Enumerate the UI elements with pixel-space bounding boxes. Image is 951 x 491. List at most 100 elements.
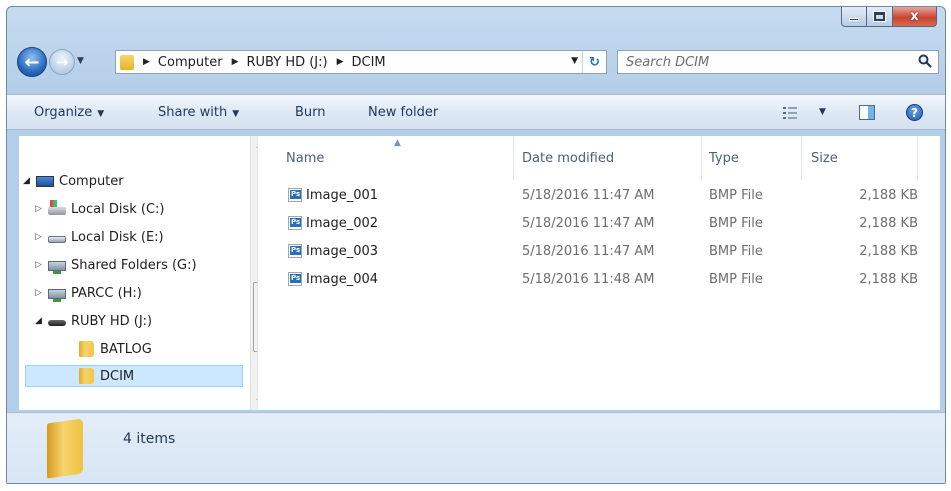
file-name: Image_003 [306, 244, 379, 259]
collapsed-arrow-icon[interactable]: ▷ [35, 232, 46, 242]
close-button[interactable]: x [893, 7, 937, 27]
tree-item-parcc[interactable]: ▷ PARCC (H:) [35, 282, 142, 304]
expanded-arrow-icon[interactable]: ◢ [23, 176, 34, 186]
breadcrumb-dcim[interactable]: DCIM [352, 55, 386, 70]
new-folder-button[interactable]: New folder [368, 105, 438, 120]
file-date: 5/18/2016 11:48 AM [522, 272, 655, 287]
maximize-icon [873, 11, 886, 22]
tree-item-local-disk-c[interactable]: ▷ Local Disk (C:) [35, 198, 164, 220]
address-dropdown-icon[interactable]: ▼ [571, 56, 578, 66]
burn-button[interactable]: Burn [295, 105, 326, 120]
column-header-label: Name [286, 150, 325, 166]
breadcrumb-computer[interactable]: Computer [158, 55, 223, 70]
collapsed-arrow-icon[interactable]: ▷ [35, 288, 46, 298]
recent-pages-button[interactable]: ▼ [77, 56, 84, 66]
tree-item-batlog[interactable]: BATLOG [77, 338, 152, 360]
network-drive-icon [48, 260, 66, 274]
view-options-icon[interactable] [783, 107, 797, 119]
refresh-button[interactable]: ↻ [582, 51, 606, 73]
tree-item-label: DCIM [100, 368, 135, 384]
chevron-down-icon: ▼ [232, 109, 240, 119]
file-type: BMP File [709, 244, 763, 259]
column-header-name[interactable]: Name ▲ [258, 136, 514, 180]
file-row[interactable]: Image_003 5/18/2016 11:47 AM BMP File 2,… [258, 241, 918, 263]
usb-drive-icon [48, 320, 66, 326]
column-header-type[interactable]: Type [702, 136, 802, 180]
breadcrumb-separator-icon[interactable]: ▶ [143, 57, 150, 67]
help-icon[interactable]: ? [906, 104, 923, 121]
new-folder-label: New folder [368, 105, 439, 120]
search-input[interactable]: Search DCIM [617, 50, 939, 74]
item-count: 4 items [123, 431, 176, 447]
tree-item-label: PARCC (H:) [71, 285, 142, 301]
tree-item-label: RUBY HD (J:) [71, 313, 153, 329]
file-row[interactable]: Image_001 5/18/2016 11:47 AM BMP File 2,… [258, 185, 918, 207]
column-header-label: Size [811, 150, 838, 166]
search-icon[interactable] [918, 54, 932, 68]
network-drive-icon [48, 288, 66, 302]
computer-icon [36, 175, 54, 187]
details-pane: 4 items [7, 412, 945, 483]
file-date: 5/18/2016 11:47 AM [522, 244, 655, 259]
file-name: Image_001 [306, 188, 379, 203]
back-button[interactable]: ← [17, 47, 47, 77]
organize-button[interactable]: Organize ▼ [34, 105, 104, 120]
breadcrumb-separator-icon[interactable]: ▶ [232, 57, 239, 67]
windows-disk-icon [48, 200, 66, 215]
tree-item-ruby-hd[interactable]: ◢ RUBY HD (J:) [35, 310, 152, 332]
command-toolbar: Organize ▼ Share with ▼ Burn New folder ▼ … [7, 94, 945, 130]
tree-item-label: Local Disk (E:) [71, 229, 164, 245]
breadcrumb-ruby-hd[interactable]: RUBY HD (J:) [246, 55, 327, 70]
tree-item-label: Shared Folders (G:) [71, 257, 197, 273]
forward-arrow-icon: → [55, 53, 69, 71]
folder-icon [120, 54, 134, 70]
bmp-file-icon [288, 188, 302, 202]
minimize-button[interactable] [841, 7, 867, 27]
burn-label: Burn [295, 105, 326, 120]
preview-pane-icon[interactable] [859, 105, 875, 120]
folder-icon [79, 341, 94, 357]
forward-button[interactable]: → [49, 49, 75, 75]
tree-item-dcim[interactable]: DCIM [25, 365, 243, 387]
tree-item-computer[interactable]: ◢ Computer [23, 170, 124, 192]
column-header-label: Date modified [522, 150, 615, 166]
file-size: 2,188 KB [859, 216, 918, 231]
file-size: 2,188 KB [859, 272, 918, 287]
disk-icon [48, 235, 66, 243]
sort-ascending-icon: ▲ [394, 138, 401, 148]
file-row[interactable]: Image_004 5/18/2016 11:48 AM BMP File 2,… [258, 269, 918, 291]
file-type: BMP File [709, 216, 763, 231]
bmp-file-icon [288, 272, 302, 286]
share-with-button[interactable]: Share with ▼ [158, 105, 239, 120]
tree-item-shared-folders[interactable]: ▷ Shared Folders (G:) [35, 254, 197, 276]
collapsed-arrow-icon[interactable]: ▷ [35, 260, 46, 270]
close-icon: x [910, 9, 919, 24]
file-size: 2,188 KB [859, 188, 918, 203]
column-header-date-modified[interactable]: Date modified [514, 136, 702, 180]
back-arrow-icon: ← [24, 51, 40, 73]
breadcrumb-separator-icon[interactable]: ▶ [337, 57, 344, 67]
address-bar[interactable]: ▶ Computer ▶ RUBY HD (J:) ▶ DCIM ▼ ↻ [115, 50, 607, 74]
organize-label: Organize [34, 105, 93, 120]
caption-buttons: x [841, 7, 937, 27]
tree-item-label: Computer [59, 173, 124, 189]
maximize-button[interactable] [867, 7, 893, 27]
share-with-label: Share with [158, 105, 228, 120]
file-type: BMP File [709, 272, 763, 287]
minimize-icon [849, 18, 859, 21]
tree-item-local-disk-e[interactable]: ▷ Local Disk (E:) [35, 226, 164, 248]
file-row[interactable]: Image_002 5/18/2016 11:47 AM BMP File 2,… [258, 213, 918, 235]
explorer-window: x ← → ▼ ▶ Computer ▶ RUBY HD (J:) ▶ DCIM… [6, 6, 946, 484]
tree-item-label: Local Disk (C:) [71, 201, 165, 217]
expanded-arrow-icon[interactable]: ◢ [35, 316, 46, 326]
file-list-pane: Name ▲ Date modified Type Size Image_001… [257, 136, 940, 410]
file-name: Image_002 [306, 216, 379, 231]
view-dropdown-icon[interactable]: ▼ [819, 107, 826, 117]
column-header-label: Type [709, 150, 739, 166]
folder-icon [79, 368, 94, 384]
file-type: BMP File [709, 188, 763, 203]
navigation-row: ← → ▼ ▶ Computer ▶ RUBY HD (J:) ▶ DCIM ▼… [7, 45, 945, 79]
chevron-down-icon: ▼ [97, 109, 105, 119]
collapsed-arrow-icon[interactable]: ▷ [35, 204, 46, 214]
column-header-size[interactable]: Size [802, 136, 918, 180]
